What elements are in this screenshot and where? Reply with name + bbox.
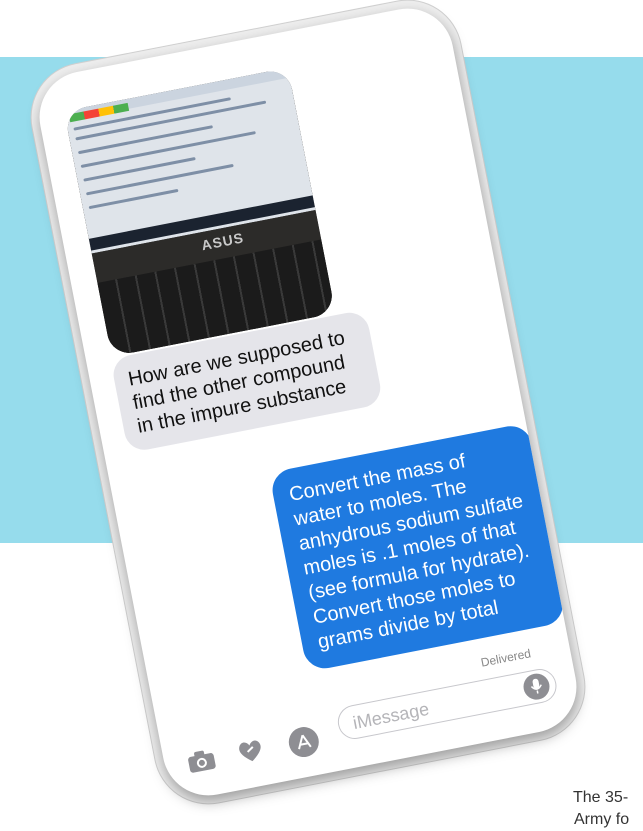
delivery-status: Delivered	[479, 646, 533, 670]
message-input[interactable]: iMessage	[334, 666, 560, 742]
outgoing-message: Convert the mass of water to moles. The …	[268, 422, 567, 673]
camera-icon[interactable]	[184, 744, 219, 777]
app-store-icon[interactable]	[286, 724, 322, 760]
heart-icon[interactable]	[233, 735, 268, 768]
message-placeholder: iMessage	[351, 698, 431, 734]
caption-line-2: Army fo	[574, 811, 630, 828]
microphone-icon[interactable]	[521, 671, 552, 702]
caption-line-1: The 35-	[573, 789, 629, 806]
attached-photo[interactable]: ASUS	[64, 67, 336, 357]
